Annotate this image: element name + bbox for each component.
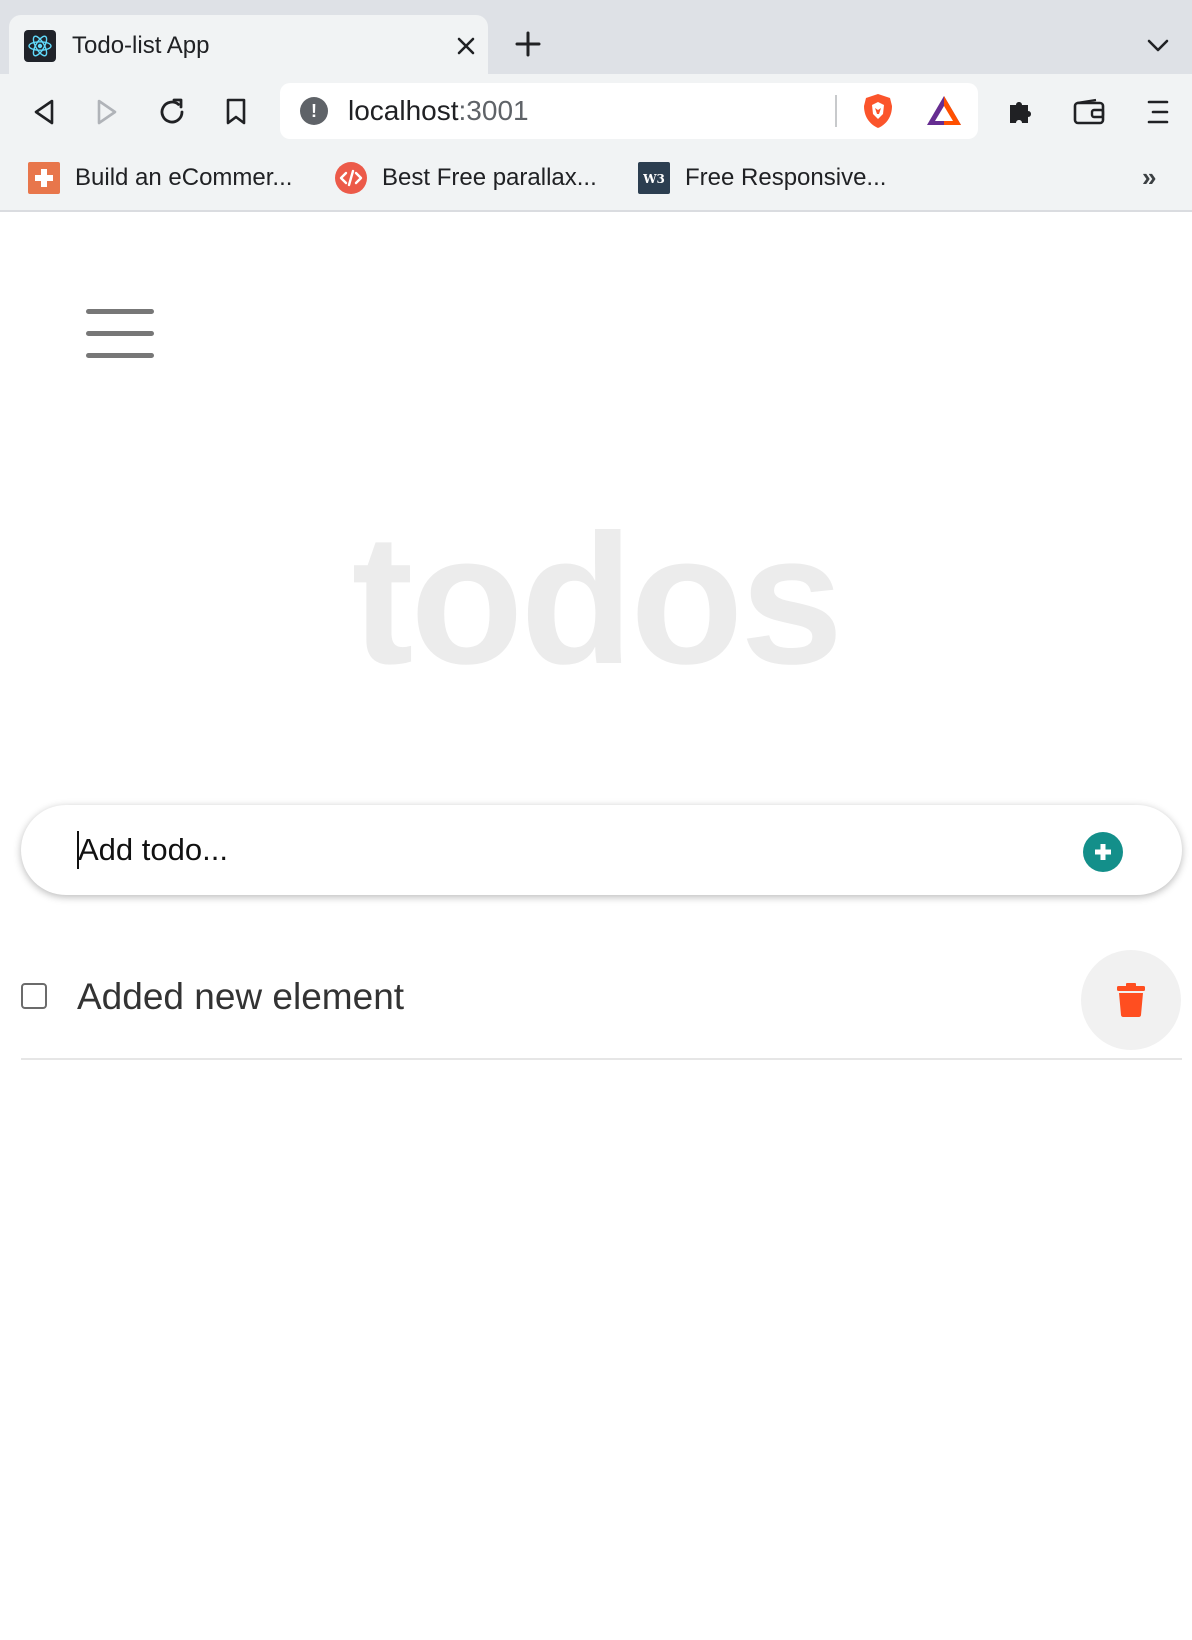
add-todo-input[interactable] xyxy=(78,825,1078,875)
todo-checkbox[interactable] xyxy=(21,983,47,1009)
hamburger-menu-icon[interactable] xyxy=(86,309,154,359)
omnibox-divider xyxy=(835,95,837,127)
close-tab-icon[interactable] xyxy=(449,29,483,63)
react-icon xyxy=(24,30,56,62)
trash-icon xyxy=(1117,983,1145,1017)
bookmark-plus-icon xyxy=(27,161,61,195)
back-icon[interactable] xyxy=(22,90,66,134)
site-info-icon[interactable]: ! xyxy=(300,97,328,125)
bookmark-item[interactable]: W3 Free Responsive... xyxy=(637,160,886,196)
wallet-icon[interactable] xyxy=(1067,90,1111,134)
browser-tab-active[interactable]: Todo-list App xyxy=(9,15,488,74)
bookmark-label: Build an eCommer... xyxy=(75,164,293,191)
extensions-puzzle-icon[interactable] xyxy=(999,90,1043,134)
text-caret xyxy=(77,831,79,869)
bookmark-label: Free Responsive... xyxy=(685,164,887,191)
add-todo-bar xyxy=(21,805,1182,895)
address-bar[interactable]: ! localhost:3001 xyxy=(280,83,978,139)
bookmark-label: Best Free parallax... xyxy=(382,164,597,191)
bookmark-item[interactable]: Build an eCommer... xyxy=(27,160,292,196)
code-icon xyxy=(334,161,368,195)
todo-item: Added new element xyxy=(21,950,1182,1060)
new-tab-plus-icon[interactable] xyxy=(510,26,546,62)
tab-title: Todo-list App xyxy=(72,32,210,59)
svg-text:W3: W3 xyxy=(642,172,665,186)
menu-icon[interactable] xyxy=(1136,90,1180,134)
browser-tab-strip: Todo-list App xyxy=(0,0,1192,74)
brave-shield-icon[interactable] xyxy=(858,91,898,131)
bookmarks-overflow-icon[interactable]: » xyxy=(1142,162,1156,193)
page-title: todos xyxy=(351,497,844,703)
browser-toolbar: ! localhost:3001 xyxy=(0,74,1192,148)
todo-text: Added new element xyxy=(77,976,405,1017)
add-todo-plus-icon[interactable] xyxy=(1083,832,1123,872)
bookmark-icon[interactable] xyxy=(214,90,258,134)
w3-icon: W3 xyxy=(637,161,671,195)
tab-search-chevron-icon[interactable] xyxy=(1140,28,1176,64)
bookmarks-bar: Build an eCommer... Best Free parallax..… xyxy=(0,148,1192,212)
forward-icon[interactable] xyxy=(85,90,129,134)
delete-todo-button[interactable] xyxy=(1081,950,1181,1050)
reload-icon[interactable] xyxy=(150,90,194,134)
url-text: localhost:3001 xyxy=(348,95,529,126)
bookmark-item[interactable]: Best Free parallax... xyxy=(334,160,597,196)
brave-rewards-icon[interactable] xyxy=(922,91,966,131)
